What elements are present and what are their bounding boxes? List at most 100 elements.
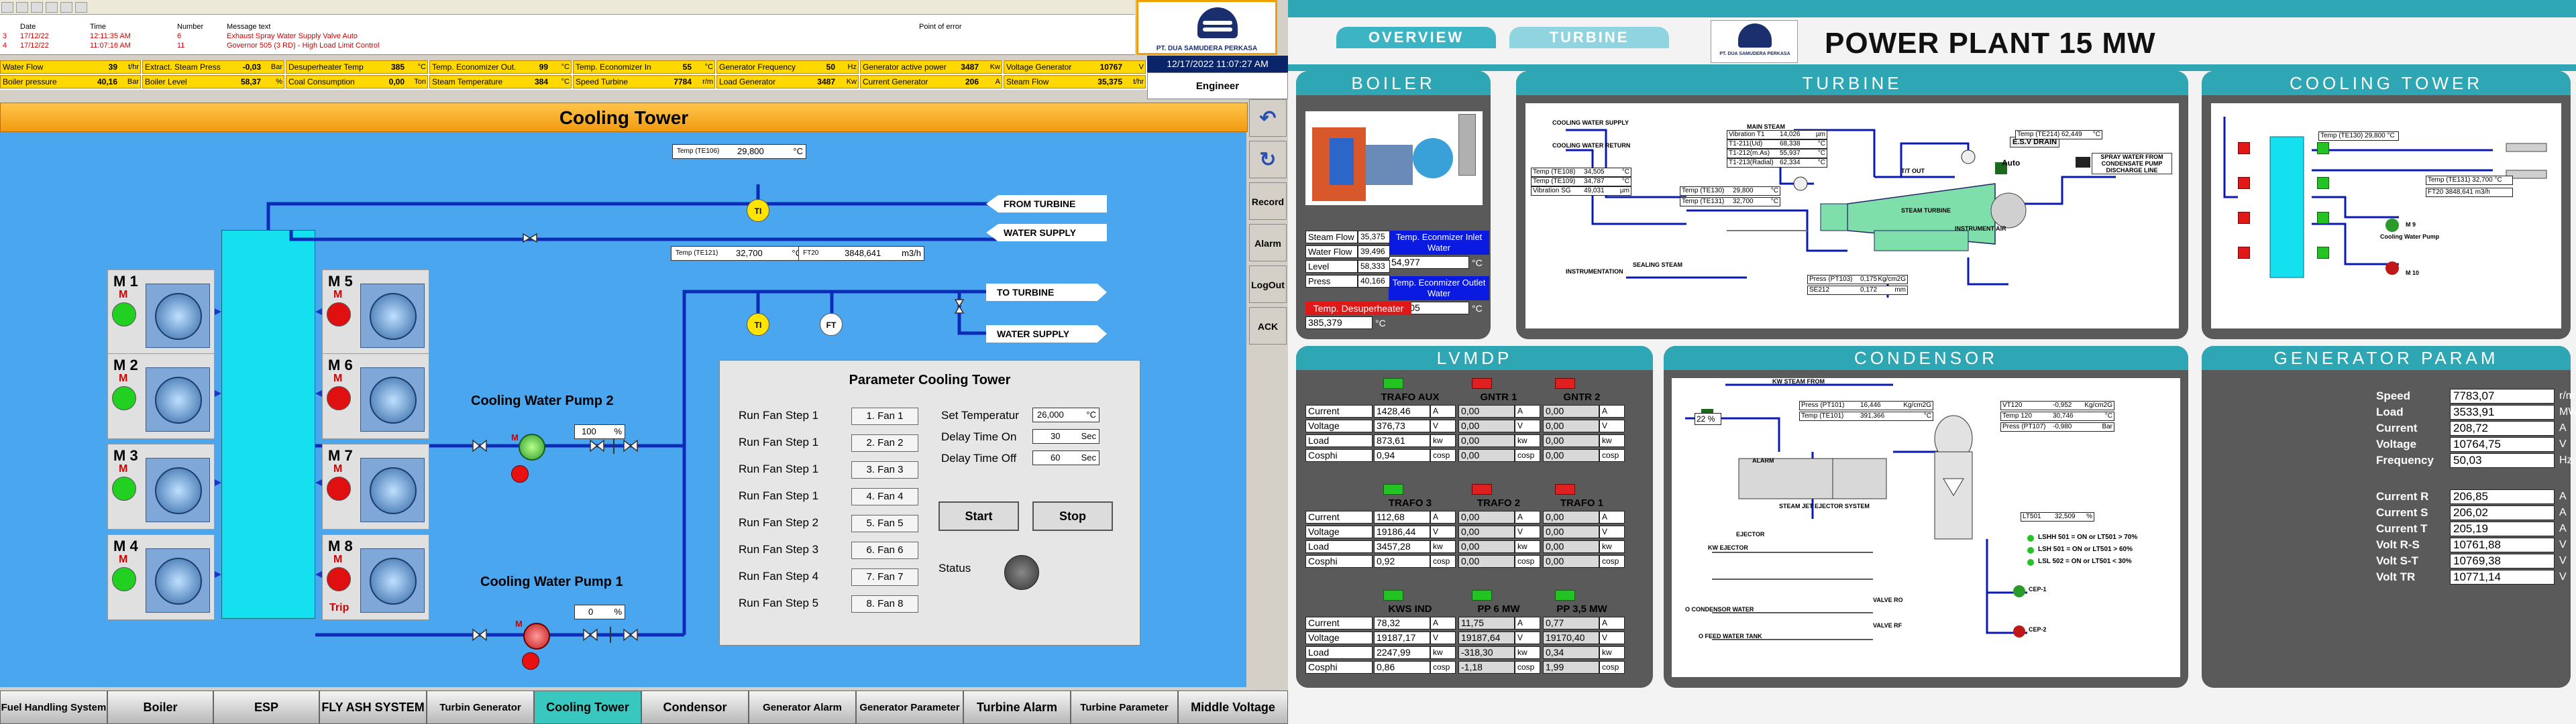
valve-ro-label: VALVE RO — [1873, 597, 1903, 603]
summary-cell: Speed Turbine 7784 r/m — [573, 75, 715, 88]
summary-unit: Ton — [414, 78, 426, 86]
ejector-percent[interactable]: 22 % — [1695, 413, 1721, 425]
temperature-indicator-icon[interactable]: TI — [747, 199, 769, 222]
nav-generator-alarm[interactable]: Generator Alarm — [749, 690, 856, 724]
fan-step-button[interactable]: 4. Fan 4 — [851, 488, 918, 505]
gen-param-unit: A — [2559, 507, 2567, 518]
water-supply-top-label: WATER SUPPLY — [986, 224, 1107, 241]
pump1-icon[interactable] — [523, 623, 550, 650]
pump2-icon[interactable] — [519, 434, 545, 461]
boiler-row-label: Water Flow — [1305, 245, 1358, 258]
boiler-schematic — [1305, 111, 1483, 205]
lvmdp-value: 78,32 — [1374, 617, 1430, 629]
fan-motor[interactable]: M 7M — [322, 444, 429, 530]
fan-motor[interactable]: M 4M — [107, 534, 215, 620]
nav-boiler[interactable]: Boiler — [107, 690, 213, 724]
boiler-row-value: 35,375 — [1358, 231, 1390, 243]
fan-step-button[interactable]: 6. Fan 6 — [851, 542, 918, 559]
alarm-row[interactable]: 4 17/12/22 11:07:16 AM 11 Governor 505 (… — [0, 42, 1134, 50]
nav-fuel-handling-system[interactable]: Fuel Handling System — [0, 690, 107, 724]
lvmdp-unit: cosp — [1599, 449, 1625, 462]
nav-turbine-parameter[interactable]: Turbine Parameter — [1071, 690, 1178, 724]
gen-param-label: Speed — [2376, 389, 2411, 402]
fan-step-button[interactable]: 3. Fan 3 — [851, 461, 918, 479]
pump1-speed-field[interactable]: 0 % — [574, 605, 625, 619]
delay-on-field[interactable]: 30 Sec — [1032, 429, 1099, 444]
nav-turbin-generator[interactable]: Turbin Generator — [427, 690, 534, 724]
ack-button[interactable]: ACK — [1249, 307, 1287, 345]
ct-fan-red-icon[interactable] — [2238, 142, 2250, 154]
lvmdp-unit: V — [1515, 526, 1540, 538]
lvmdp-row-label: Load — [1305, 434, 1373, 447]
temperature-indicator-icon[interactable]: TI — [747, 313, 769, 336]
ct-te131: Temp (TE131) 32,700 °C — [2426, 176, 2513, 185]
fan-hub — [370, 377, 417, 424]
parameter-title: Parameter Cooling Tower — [849, 373, 1011, 387]
nav-cooling-tower[interactable]: Cooling Tower — [534, 690, 641, 724]
refresh-icon[interactable]: ↻ — [1249, 141, 1287, 178]
delay-off-field[interactable]: 60 Sec — [1032, 450, 1099, 465]
ct-fan-green-icon[interactable] — [2317, 142, 2329, 154]
toolbar-icon[interactable] — [46, 2, 58, 13]
toolbar-icon[interactable] — [16, 2, 28, 13]
fan-motor[interactable]: M 2M — [107, 353, 215, 439]
fan-step-button[interactable]: 5. Fan 5 — [851, 515, 918, 532]
fan-hub — [155, 377, 202, 424]
alarm-button[interactable]: Alarm — [1249, 224, 1287, 261]
user-display[interactable]: Engineer — [1147, 72, 1288, 99]
toolbar-icon[interactable] — [1, 2, 13, 13]
ct-fan-green-icon[interactable] — [2317, 177, 2329, 189]
fan-step-button[interactable]: 1. Fan 1 — [851, 408, 918, 425]
alarm-row[interactable]: 3 17/12/22 12:11:35 AM 6 Exhaust Spray W… — [0, 32, 1134, 41]
condensor-title: CONDENSOR — [1664, 346, 2188, 370]
toolbar-icon[interactable] — [60, 2, 72, 13]
fan-motor[interactable]: M 8 M Trip — [322, 534, 429, 620]
ct-fan-green-icon[interactable] — [2317, 212, 2329, 224]
nav-middle-voltage[interactable]: Middle Voltage — [1178, 690, 1288, 724]
alarm-label: ALARM — [1752, 457, 1774, 464]
summary-cell: Voltage Generator 10767 V — [1004, 60, 1146, 74]
tab-overview[interactable]: OVERVIEW — [1336, 27, 1496, 48]
start-button[interactable]: Start — [938, 501, 1019, 531]
ct-ft20-label: FT20 — [2428, 188, 2444, 196]
back-icon[interactable]: ↶ — [1249, 99, 1287, 137]
ct-fan-red-icon[interactable] — [2238, 177, 2250, 189]
fan-motor[interactable]: M 6M — [322, 353, 429, 439]
eco-outlet-label: Temp. Econmizer Outlet Water — [1389, 276, 1489, 300]
pump1-status-led — [522, 652, 539, 670]
nav-generator-parameter[interactable]: Generator Parameter — [856, 690, 963, 724]
logout-button[interactable]: LogOut — [1249, 265, 1287, 303]
nav-fly-ash-system[interactable]: FLY ASH SYSTEM — [319, 690, 427, 724]
toolbar-icon[interactable] — [75, 2, 87, 13]
fan-step-button[interactable]: 8. Fan 8 — [851, 595, 918, 613]
fan-step-button[interactable]: 2. Fan 2 — [851, 434, 918, 452]
datetime-display: 12/17/2022 11:07:27 AM — [1147, 56, 1288, 72]
tab-turbine[interactable]: TURBINE — [1509, 27, 1669, 48]
fan-step-label: Run Fan Step 4 — [739, 570, 819, 583]
motor-status-led — [112, 567, 136, 591]
lvmdp-value: 0,00 — [1458, 420, 1515, 432]
fan-motor[interactable]: M 5M — [322, 269, 429, 355]
ct-fan-red-icon[interactable] — [2238, 247, 2250, 259]
record-button[interactable]: Record — [1249, 182, 1287, 220]
boiler-row-value: 39,496 — [1358, 245, 1390, 258]
fan-motor[interactable]: M 3M — [107, 444, 215, 530]
vibration-readout-value: 68,338 — [1780, 140, 1801, 147]
ct-fan-red-icon[interactable] — [2238, 212, 2250, 224]
motor-status-led — [327, 477, 351, 501]
fan-motor[interactable]: M 1M — [107, 269, 215, 355]
kw-steam-label: KW STEAM FROM — [1772, 378, 1825, 385]
steam-turbine-tag: STEAM TURBINE — [1901, 207, 1951, 214]
boiler-row-value: 58,333 — [1358, 260, 1390, 273]
fan-step-button[interactable]: 7. Fan 7 — [851, 568, 918, 586]
flow-transmitter-icon[interactable]: FT — [820, 313, 843, 336]
toolbar-icon[interactable] — [31, 2, 43, 13]
pump2-speed-field[interactable]: 100 % — [574, 424, 625, 439]
stop-button[interactable]: Stop — [1032, 501, 1113, 531]
ct-fan-green-icon[interactable] — [2317, 247, 2329, 259]
set-temp-field[interactable]: 26,000 °C — [1032, 408, 1099, 422]
nav-turbine-alarm[interactable]: Turbine Alarm — [963, 690, 1071, 724]
nav-condensor[interactable]: Condensor — [641, 690, 749, 724]
nav-esp[interactable]: ESP — [213, 690, 319, 724]
breaker-name: TRAFO 1 — [1560, 497, 1604, 509]
